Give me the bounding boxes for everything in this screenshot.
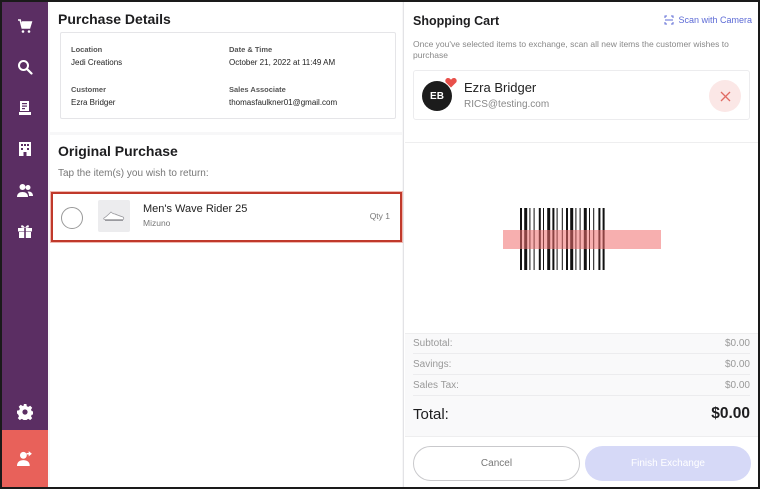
user-switch-icon bbox=[16, 451, 32, 466]
action-footer: Cancel Finish Exchange bbox=[405, 436, 758, 487]
gift-icon bbox=[18, 225, 32, 238]
totals-section: Subtotal: $0.00 Savings: $0.00 Sales Tax… bbox=[405, 333, 758, 436]
location-value: Jedi Creations bbox=[71, 58, 123, 67]
sidebar-item-customers[interactable] bbox=[2, 170, 48, 210]
savings-value: $0.00 bbox=[724, 359, 750, 370]
purchase-details-box: Location Jedi Creations Date & Time Octo… bbox=[60, 32, 396, 119]
item-brand: Mizuno bbox=[143, 218, 171, 228]
shopping-cart-title: Shopping Cart bbox=[413, 14, 500, 28]
shoe-icon bbox=[103, 211, 125, 221]
app-window: Purchase Details Location Jedi Creations… bbox=[0, 0, 760, 489]
location-label: Location bbox=[71, 45, 103, 54]
sidebar-item-transactions[interactable] bbox=[2, 88, 48, 128]
savings-row: Savings: $0.00 bbox=[413, 355, 750, 375]
scan-line bbox=[503, 230, 661, 249]
shopping-cart-panel: Shopping Cart Scan with Camera Once you'… bbox=[405, 2, 758, 487]
scan-icon bbox=[664, 15, 674, 25]
savings-label: Savings: bbox=[413, 359, 452, 370]
item-qty: Qty 1 bbox=[369, 211, 390, 221]
customer-card: EB Ezra Bridger RICS@testing.com bbox=[413, 70, 750, 120]
sidebar-item-cart[interactable] bbox=[2, 6, 48, 46]
sales-associate-value: thomasfaulkner01@gmail.com bbox=[229, 98, 338, 107]
building-icon bbox=[19, 142, 31, 156]
sales-tax-value: $0.00 bbox=[724, 380, 750, 391]
original-purchase-card: Original Purchase Tap the item(s) you wi… bbox=[50, 135, 402, 487]
total-label: Total: bbox=[413, 406, 449, 423]
datetime-label: Date & Time bbox=[229, 45, 273, 54]
sales-tax-label: Sales Tax: bbox=[413, 380, 459, 391]
finish-exchange-button[interactable]: Finish Exchange bbox=[585, 446, 751, 481]
customer-name: Ezra Bridger bbox=[464, 80, 537, 95]
customer-email: RICS@testing.com bbox=[464, 99, 550, 110]
product-thumbnail bbox=[98, 200, 130, 232]
subtotal-value: $0.00 bbox=[724, 338, 750, 349]
left-panel: Purchase Details Location Jedi Creations… bbox=[48, 2, 404, 487]
purchase-details-card: Purchase Details Location Jedi Creations… bbox=[50, 2, 402, 132]
subtotal-row: Subtotal: $0.00 bbox=[413, 334, 750, 354]
receipt-icon bbox=[19, 101, 31, 115]
cancel-button[interactable]: Cancel bbox=[413, 446, 580, 481]
sidebar-item-settings[interactable] bbox=[2, 392, 48, 432]
item-select-radio[interactable] bbox=[61, 207, 83, 229]
item-name: Men's Wave Rider 25 bbox=[143, 203, 248, 215]
gear-icon bbox=[17, 404, 33, 420]
shopping-cart-description: Once you've selected items to exchange, … bbox=[413, 39, 729, 60]
sidebar-item-gifts[interactable] bbox=[2, 211, 48, 251]
sidebar-item-search[interactable] bbox=[2, 47, 48, 87]
search-icon bbox=[18, 60, 33, 75]
original-purchase-hint: Tap the item(s) you wish to return: bbox=[58, 168, 209, 179]
sidebar-item-stores[interactable] bbox=[2, 129, 48, 169]
close-icon bbox=[720, 91, 730, 101]
datetime-value: October 21, 2022 at 11:49 AM bbox=[229, 58, 336, 67]
customer-label: Customer bbox=[71, 85, 107, 94]
customer-value: Ezra Bridger bbox=[71, 98, 116, 107]
sales-associate-label: Sales Associate bbox=[229, 85, 286, 94]
total-row: Total: $0.00 bbox=[413, 404, 750, 428]
subtotal-label: Subtotal: bbox=[413, 338, 453, 349]
barcode-scan-area bbox=[405, 143, 758, 333]
scan-with-camera-label: Scan with Camera bbox=[678, 15, 752, 25]
cart-icon bbox=[18, 19, 33, 33]
scan-with-camera-button[interactable]: Scan with Camera bbox=[664, 15, 752, 25]
heart-icon bbox=[445, 78, 457, 88]
total-value: $0.00 bbox=[711, 405, 750, 422]
remove-customer-button[interactable] bbox=[709, 80, 741, 112]
people-icon bbox=[17, 184, 33, 197]
sales-tax-row: Sales Tax: $0.00 bbox=[413, 376, 750, 396]
sidebar-item-user[interactable] bbox=[2, 430, 48, 487]
purchase-details-title: Purchase Details bbox=[58, 11, 171, 27]
list-item[interactable]: Men's Wave Rider 25 Mizuno Qty 1 bbox=[51, 192, 402, 242]
sidebar bbox=[2, 2, 48, 487]
original-purchase-title: Original Purchase bbox=[58, 143, 178, 159]
